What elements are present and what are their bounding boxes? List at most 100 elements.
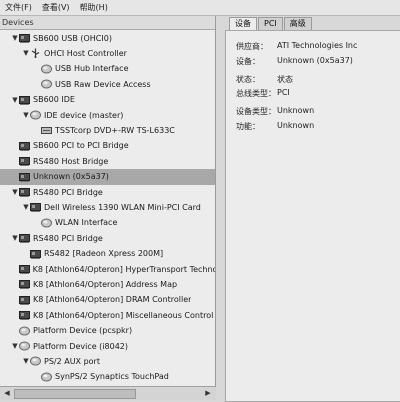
property-row: 功能： Unknown <box>236 121 314 132</box>
pci-card-icon <box>19 233 30 244</box>
tree-row[interactable]: ▼ RS480 PCI Bridge <box>0 184 215 200</box>
tree-row[interactable]: USB Raw Device Access <box>0 76 215 92</box>
property-value: ATI Technologies Inc <box>277 41 358 50</box>
generic-device-icon <box>41 372 52 382</box>
tree-row-label: PS/2 AUX port <box>44 356 100 366</box>
expander-arrow-icon[interactable]: ▼ <box>22 357 30 365</box>
pci-card-icon <box>19 33 30 43</box>
expander-arrow-icon[interactable]: ▼ <box>22 49 30 57</box>
tree-row[interactable]: ▼ Platform Device (i8042) <box>0 338 215 354</box>
expander-arrow-icon[interactable]: ▼ <box>22 203 30 211</box>
generic-device-icon <box>41 64 52 74</box>
generic-device-icon <box>41 218 52 228</box>
tree-row-label: IDE device (master) <box>44 110 124 120</box>
expander-arrow-icon[interactable]: ▼ <box>11 188 19 196</box>
tree-row-label: OHCI Host Controller <box>44 48 127 58</box>
tree-row[interactable]: K8 [Athlon64/Opteron] Address Map <box>0 276 215 292</box>
menu-bar: 文件(F) 查看(V) 帮助(H) <box>0 0 400 16</box>
tree-row-label: SB600 IDE <box>33 95 75 105</box>
tree-row-label: RS482 [Radeon Xpress 200M] <box>44 249 164 259</box>
devices-column-header[interactable]: Devices <box>0 16 215 30</box>
tree-row-label: TSSTcorp DVD+-RW TS-L633C <box>55 125 175 135</box>
generic-device-icon <box>30 356 41 366</box>
scroll-right-arrow-icon[interactable]: ▶ <box>202 387 214 400</box>
device-properties-panel: 供应商： ATI Technologies Inc 设备： Unknown (0x5a… <box>225 30 400 402</box>
property-value: Unknown <box>277 121 315 130</box>
property-key: 功能： <box>236 122 260 131</box>
pci-card-icon <box>18 264 30 274</box>
properties-pane: 设备 PCI 高级 供应商： ATI Technologies Inc 设备： Unkno… <box>217 16 400 402</box>
tree-row[interactable]: WLAN Interface <box>0 215 215 231</box>
tree-row[interactable]: ▼ OHCI Host Controller <box>0 45 215 61</box>
tab-1[interactable]: PCI <box>258 17 283 30</box>
property-key: 设备： <box>236 57 260 66</box>
tree-row-label: SB600 PCI to PCI Bridge <box>33 141 129 151</box>
expander-arrow-icon[interactable]: ▼ <box>11 234 19 242</box>
pci-card-icon <box>19 310 30 321</box>
tree-row-label: K8 [Athlon64/Opteron] DRAM Controller <box>33 295 192 305</box>
tree-row[interactable]: K8 [Athlon64/Opteron] HyperTransport Tec… <box>0 261 215 277</box>
tree-row-label: K8 [Athlon64/Opteron] HyperTransport Tec… <box>32 264 215 274</box>
tree-row[interactable]: RS480 Host Bridge <box>0 153 215 169</box>
tree-row[interactable]: ▼ Dell Wireless 1390 WLAN Mini-PCI Card <box>0 199 215 215</box>
property-row: 总线类型： PCI <box>236 88 290 99</box>
property-row: 设备类型： Unknown <box>236 106 314 117</box>
pci-card-icon <box>30 249 41 259</box>
tree-row-label: Dell Wireless 1390 WLAN Mini-PCI Card <box>44 202 201 212</box>
tree-row[interactable]: ▼ SB600 USB (OHCI0) <box>0 30 215 46</box>
tree-row[interactable]: TSSTcorp DVD+-RW TS-L633C <box>0 122 215 138</box>
tree-row[interactable]: SynPS/2 Synaptics TouchPad <box>0 369 215 385</box>
property-value: Unknown (0x5a37) <box>277 56 353 65</box>
pci-card-icon <box>19 295 30 305</box>
property-key: 供应商： <box>236 42 268 51</box>
tree-row-label: SB600 USB (OHCI0) <box>33 33 112 43</box>
tree-row-label: WLAN Interface <box>55 218 118 228</box>
property-tabs: 设备 PCI 高级 <box>229 17 313 30</box>
tree-row-label: RS480 Host Bridge <box>33 156 109 166</box>
pci-card-icon <box>19 141 30 151</box>
menu-item-1[interactable]: 查看(V) <box>37 0 75 15</box>
usb-icon <box>30 48 41 59</box>
menu-item-2[interactable]: 帮助(H) <box>75 0 113 15</box>
pci-card-icon <box>19 172 30 182</box>
tree-row[interactable]: USB Hub Interface <box>0 61 215 77</box>
expander-arrow-icon[interactable]: ▼ <box>11 342 19 350</box>
property-value: PCI <box>277 88 290 97</box>
tree-row[interactable]: Unknown (0x5a37) <box>0 168 215 185</box>
tree-row-label: K8 [Athlon64/Opteron] Address Map <box>33 279 178 289</box>
pci-card-icon <box>19 156 30 167</box>
expander-arrow-icon[interactable]: ▼ <box>22 111 30 119</box>
menu-item-0[interactable]: 文件(F) <box>0 0 37 15</box>
expander-arrow-icon[interactable]: ▼ <box>11 34 19 42</box>
generic-device-icon <box>41 79 52 89</box>
tree-row[interactable]: K8 [Athlon64/Opteron] DRAM Controller <box>0 292 215 308</box>
tree-row-label: Platform Device (pcspkr) <box>33 326 133 336</box>
pci-card-icon <box>19 279 30 290</box>
tree-row[interactable]: ▼ SB600 IDE <box>0 92 215 108</box>
scroll-left-arrow-icon[interactable]: ◀ <box>1 387 13 400</box>
tree-row[interactable]: ▼ RS480 PCI Bridge <box>0 230 215 246</box>
horizontal-scrollbar[interactable]: ◀ ▶ <box>0 386 216 400</box>
tab-2[interactable]: 高级 <box>283 17 312 30</box>
expander-arrow-icon[interactable]: ▼ <box>11 96 19 104</box>
scrollbar-thumb[interactable] <box>14 389 136 399</box>
pci-card-icon <box>19 95 30 105</box>
property-row: 供应商： ATI Technologies Inc <box>236 41 357 52</box>
pci-card-icon <box>30 202 41 213</box>
tree-row[interactable]: ▼ PS/2 AUX port <box>0 353 215 369</box>
tree-row[interactable]: K8 [Athlon64/Opteron] Miscellaneous Cont… <box>0 307 215 323</box>
tree-row[interactable]: Platform Device (pcspkr) <box>0 323 215 339</box>
property-row: 状态： 状态 <box>236 74 293 85</box>
optical-drive-icon <box>41 125 52 135</box>
tab-0[interactable]: 设备 <box>229 17 257 30</box>
generic-device-icon <box>30 110 41 120</box>
generic-device-icon <box>19 341 30 351</box>
property-value: 状态 <box>277 75 293 84</box>
tree-row-label: RS480 PCI Bridge <box>33 187 103 197</box>
tree-row[interactable]: SB600 PCI to PCI Bridge <box>0 138 215 154</box>
tree-row-label: RS480 PCI Bridge <box>33 233 103 243</box>
tree-row-label: Platform Device (i8042) <box>33 341 129 351</box>
tree-row[interactable]: ▼ IDE device (master) <box>0 107 215 123</box>
tree-row[interactable]: RS482 [Radeon Xpress 200M] <box>0 246 215 262</box>
tree-row-label: USB Raw Device Access <box>55 79 151 89</box>
